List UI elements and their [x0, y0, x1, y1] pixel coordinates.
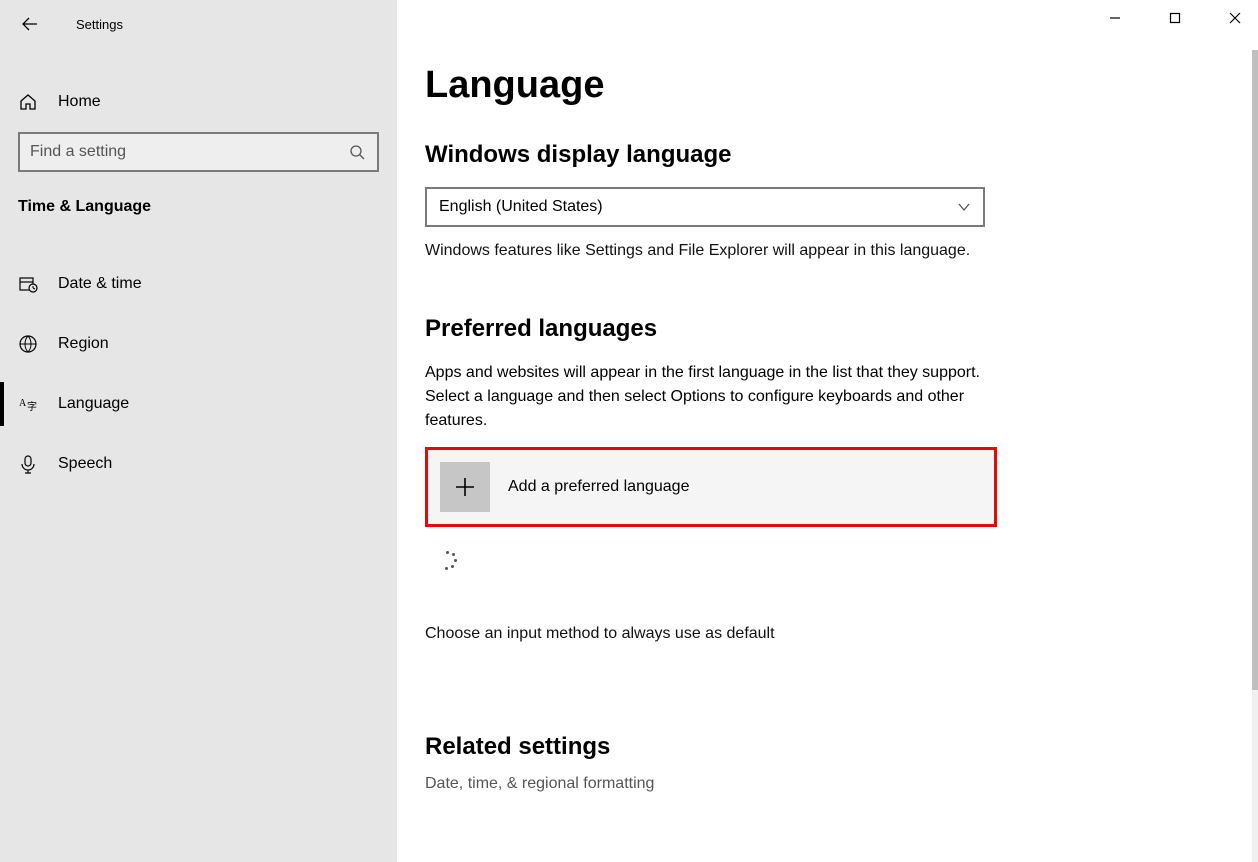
loading-spinner-icon [439, 551, 457, 569]
chevron-down-icon [957, 200, 971, 214]
sidebar-category-title: Time & Language [0, 194, 397, 236]
related-link-date-time-regional[interactable]: Date, time, & regional formatting [425, 775, 1218, 793]
minimize-button[interactable] [1098, 6, 1132, 30]
svg-text:A: A [19, 398, 27, 409]
app-title: Settings [76, 17, 123, 32]
section-title-preferred: Preferred languages [425, 315, 1218, 343]
section-title-related: Related settings [425, 733, 1218, 761]
sidebar: Settings Home Time & Language Date & tim… [0, 0, 397, 862]
add-preferred-language-button[interactable]: Add a preferred language [425, 447, 997, 527]
minimize-icon [1109, 12, 1121, 24]
sidebar-item-label: Date & time [58, 275, 142, 293]
home-icon [18, 92, 40, 112]
sidebar-item-language[interactable]: A字 Language [0, 374, 397, 434]
search-input[interactable] [30, 143, 349, 161]
microphone-icon [18, 454, 40, 474]
sidebar-item-region[interactable]: Region [0, 314, 397, 374]
home-label: Home [58, 93, 101, 111]
preferred-description: Apps and websites will appear in the fir… [425, 361, 985, 433]
search-box[interactable] [18, 132, 379, 172]
main-content: Language Windows display language Englis… [397, 0, 1258, 862]
search-icon [349, 144, 367, 160]
close-button[interactable] [1218, 6, 1252, 30]
calendar-clock-icon [18, 274, 40, 294]
sidebar-item-label: Region [58, 335, 109, 353]
language-icon: A字 [18, 394, 40, 414]
section-title-display-language: Windows display language [425, 141, 1218, 169]
input-method-link[interactable]: Choose an input method to always use as … [425, 625, 1218, 643]
sidebar-item-date-time[interactable]: Date & time [0, 254, 397, 314]
maximize-icon [1169, 12, 1181, 24]
display-language-value: English (United States) [439, 198, 603, 216]
sidebar-item-label: Speech [58, 455, 112, 473]
page-title: Language [425, 64, 1218, 107]
back-arrow-icon [22, 16, 38, 32]
sidebar-item-label: Language [58, 395, 129, 413]
add-preferred-language-label: Add a preferred language [508, 478, 689, 496]
display-language-select[interactable]: English (United States) [425, 187, 985, 227]
sidebar-item-speech[interactable]: Speech [0, 434, 397, 494]
display-language-description: Windows features like Settings and File … [425, 239, 985, 263]
globe-icon [18, 334, 40, 354]
plus-icon [440, 462, 490, 512]
back-button[interactable] [14, 10, 46, 38]
close-icon [1229, 12, 1241, 24]
svg-text:字: 字 [27, 400, 37, 413]
sidebar-item-home[interactable]: Home [0, 72, 397, 132]
maximize-button[interactable] [1158, 6, 1192, 30]
scrollbar-thumb[interactable] [1252, 50, 1258, 690]
